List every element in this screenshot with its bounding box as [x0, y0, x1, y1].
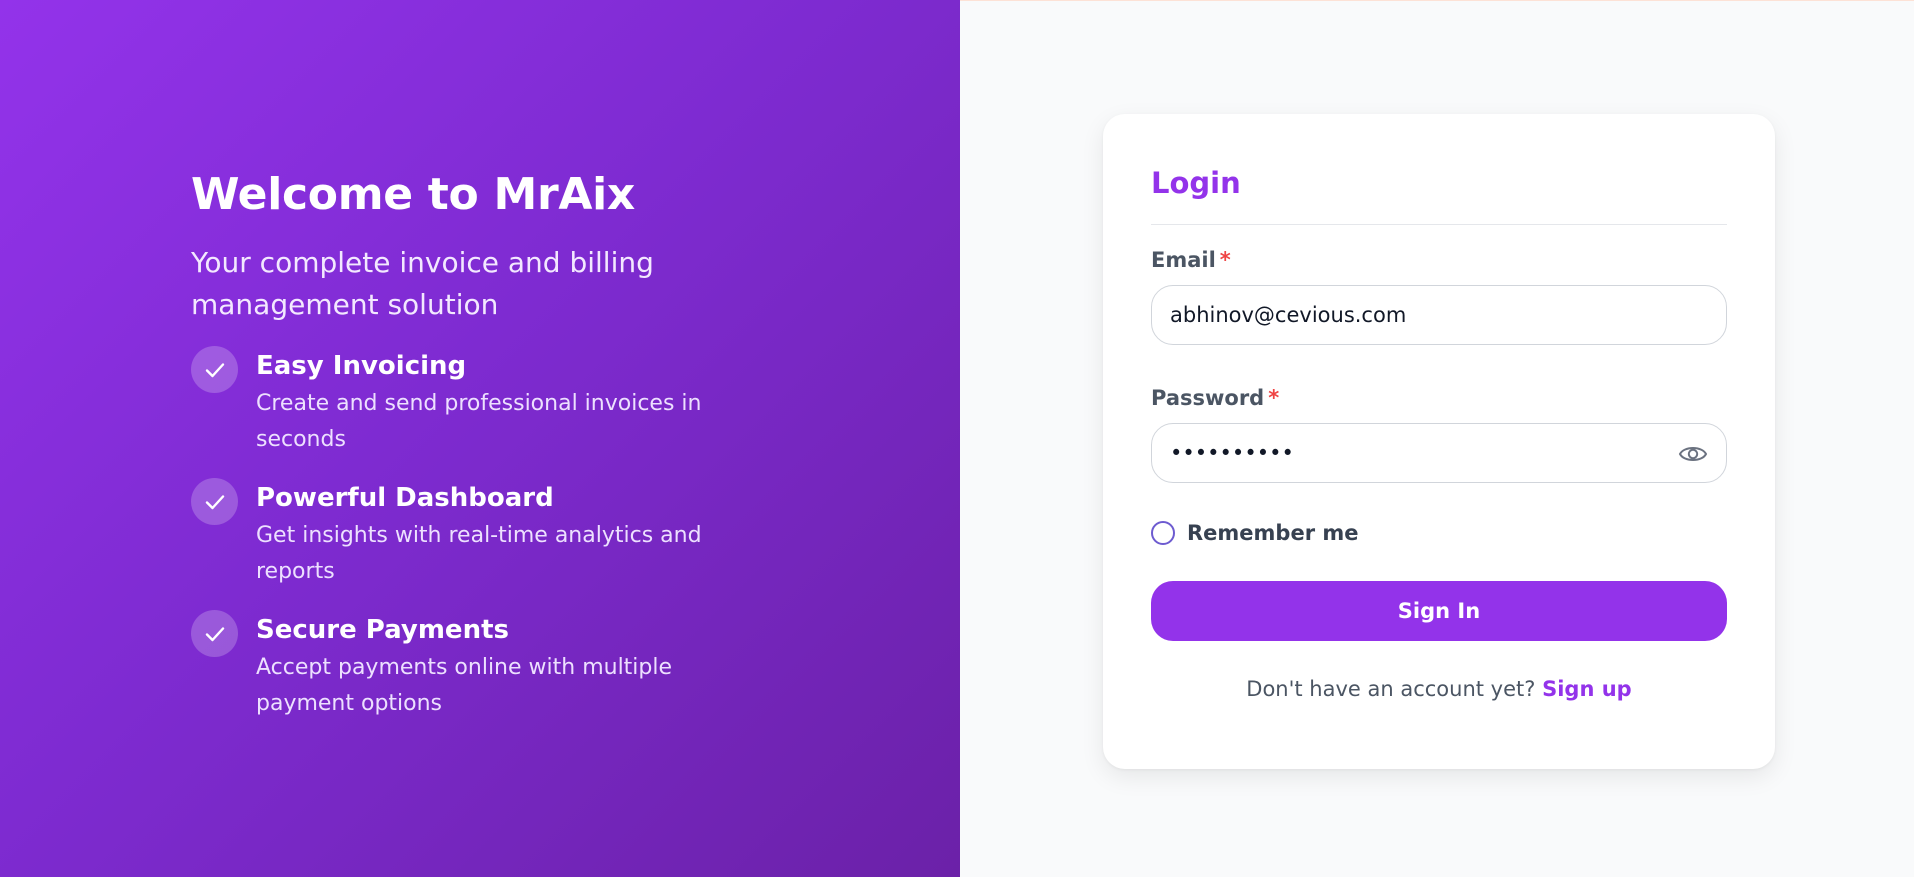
signup-prompt: Don't have an account yet? Sign up	[1151, 677, 1727, 701]
feature-list: Easy Invoicing Create and send professio…	[191, 346, 791, 722]
password-label-text: Password	[1151, 386, 1265, 410]
login-card: Login Email * abhinov@cevious.com Passwor…	[1103, 114, 1775, 769]
welcome-subtitle: Your complete invoice and billing manage…	[191, 246, 654, 321]
email-field[interactable]: abhinov@cevious.com	[1151, 285, 1727, 345]
eye-icon[interactable]	[1678, 440, 1708, 473]
remember-me-checkbox[interactable]	[1151, 521, 1175, 545]
email-value: abhinov@cevious.com	[1170, 303, 1407, 327]
remember-me-label[interactable]: Remember me	[1187, 521, 1359, 545]
feature-item: Secure Payments Accept payments online w…	[191, 610, 791, 722]
sign-in-button[interactable]: Sign In	[1151, 581, 1727, 641]
required-mark: *	[1219, 248, 1231, 272]
divider	[1151, 224, 1727, 225]
feature-description: Get insights with real-time analytics an…	[256, 523, 702, 584]
check-icon	[191, 610, 238, 657]
no-account-text: Don't have an account yet?	[1246, 677, 1536, 701]
feature-description: Create and send professional invoices in…	[256, 391, 702, 452]
check-icon	[191, 478, 238, 525]
feature-description: Accept payments online with multiple pay…	[256, 655, 673, 716]
email-label-text: Email	[1151, 248, 1216, 272]
email-label: Email *	[1151, 245, 1727, 275]
sign-up-link[interactable]: Sign up	[1542, 677, 1632, 701]
hero: Welcome to MrAix Your complete invoice a…	[191, 168, 791, 742]
login-title: Login	[1151, 166, 1241, 200]
feature-title: Powerful Dashboard	[256, 483, 554, 513]
remember-me: Remember me	[1151, 521, 1727, 545]
password-field[interactable]: ••••••••••	[1151, 423, 1727, 483]
password-value: ••••••••••	[1170, 441, 1294, 465]
check-icon	[191, 346, 238, 393]
feature-item: Easy Invoicing Create and send professio…	[191, 346, 791, 458]
promo-panel: Welcome to MrAix Your complete invoice a…	[0, 0, 960, 877]
required-mark: *	[1268, 386, 1280, 410]
password-label: Password *	[1151, 383, 1727, 413]
feature-title: Easy Invoicing	[256, 351, 467, 381]
welcome-title: Welcome to MrAix	[191, 169, 635, 220]
feature-title: Secure Payments	[256, 615, 509, 645]
feature-item: Powerful Dashboard Get insights with rea…	[191, 478, 791, 590]
